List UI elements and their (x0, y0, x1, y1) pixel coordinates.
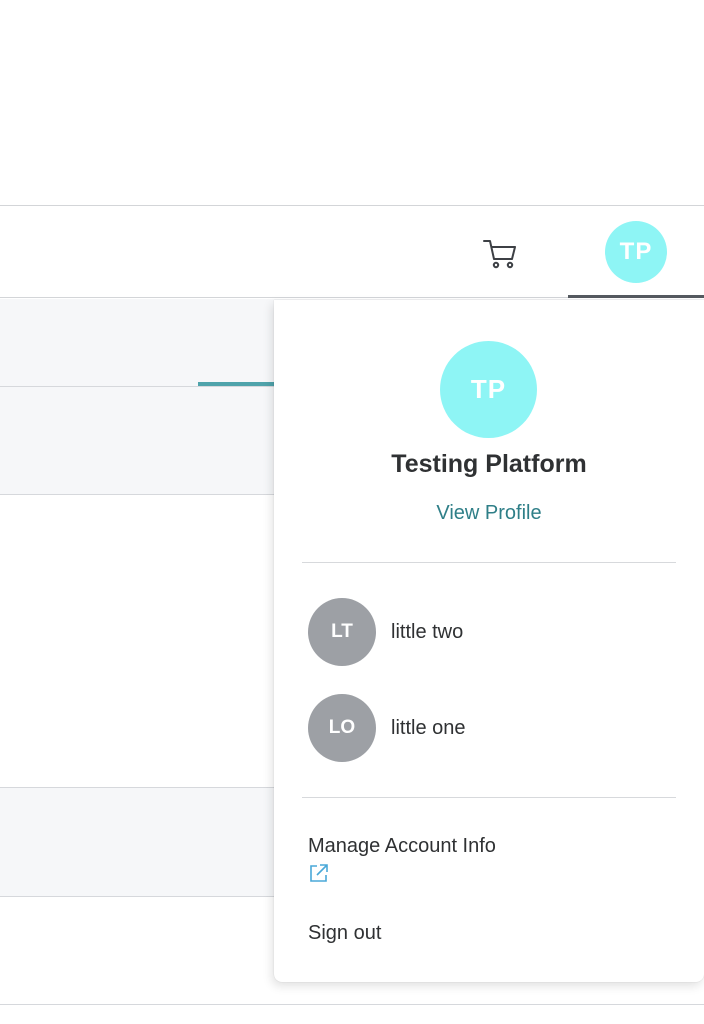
cart-button[interactable] (476, 234, 524, 274)
menu-divider (302, 797, 676, 798)
account-name: little one (391, 716, 466, 739)
manage-account-info-link[interactable]: Manage Account Info (308, 835, 496, 858)
shopping-cart-icon (483, 240, 516, 269)
user-menu-active-indicator (568, 295, 704, 298)
background-divider (0, 896, 280, 897)
menu-divider (302, 562, 676, 563)
account-item-little-one[interactable]: LO little one (308, 693, 668, 763)
profile-name: Testing Platform (391, 450, 587, 478)
profile-avatar: TP (440, 341, 537, 438)
profile-avatar-initials: TP (470, 374, 507, 404)
account-name: little two (391, 620, 464, 643)
account-item-little-two[interactable]: LT little two (308, 597, 668, 667)
top-navigation-bar: TP (0, 205, 704, 298)
avatar-initials: TP (619, 237, 653, 265)
account-avatar: LT (308, 598, 376, 666)
user-menu-button[interactable]: TP (568, 206, 704, 298)
view-profile-link[interactable]: View Profile (274, 502, 704, 525)
account-avatar-initials: LO (328, 717, 356, 738)
account-avatar: LO (308, 694, 376, 762)
active-tab-indicator (198, 382, 278, 386)
avatar: TP (605, 220, 667, 283)
external-link-icon[interactable] (308, 862, 330, 884)
background-divider (0, 494, 280, 495)
user-dropdown-menu: TP Testing Platform View Profile LT litt… (274, 300, 704, 982)
account-avatar-initials: LT (331, 621, 353, 642)
sign-out-link[interactable]: Sign out (308, 922, 381, 945)
background-divider (0, 1004, 704, 1005)
